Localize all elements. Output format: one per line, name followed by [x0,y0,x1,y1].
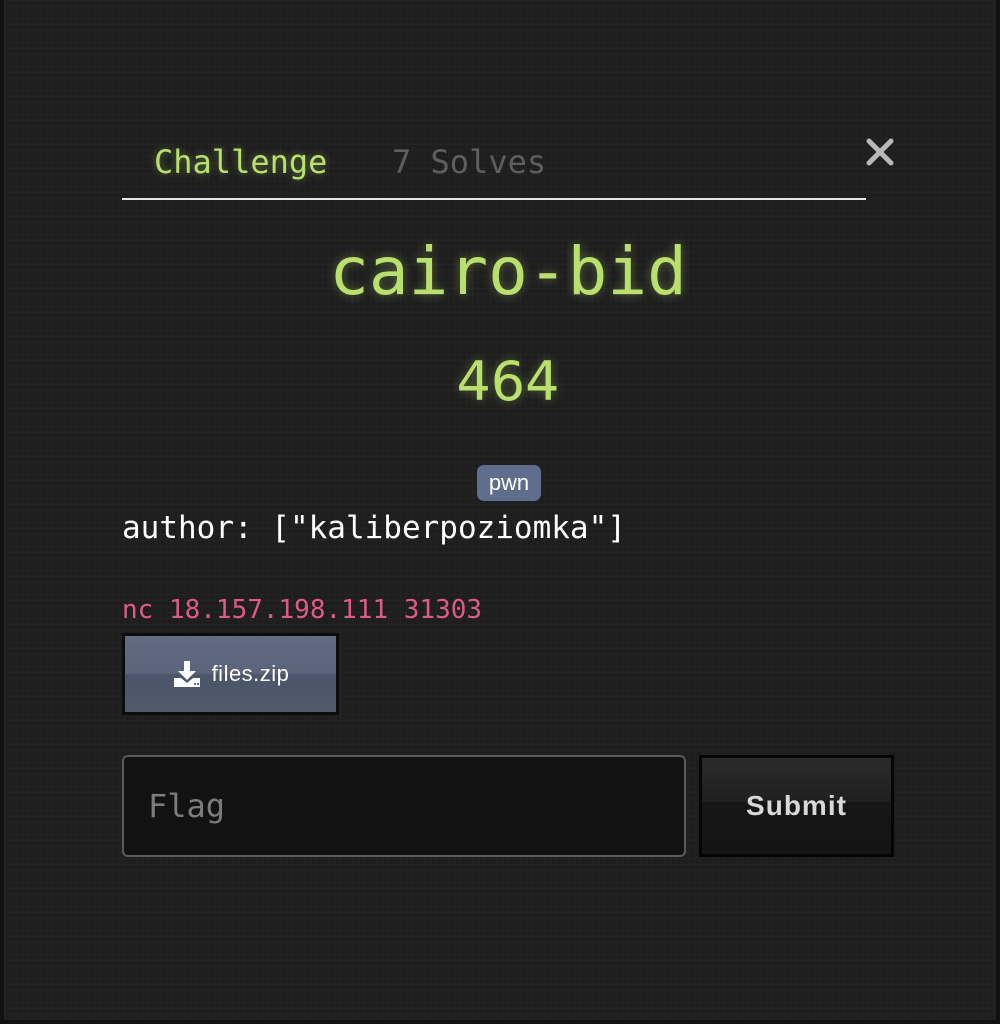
file-name: files.zip [211,661,290,686]
challenge-modal: Challenge 7 Solves cairo-bid 464 pwn aut… [0,0,1000,1024]
tab-challenge[interactable]: Challenge [154,142,327,182]
challenge-title: cairo-bid [329,233,687,310]
file-download-button[interactable]: files.zip [122,633,339,715]
tab-solves[interactable]: 7 Solves [392,142,546,182]
submit-button[interactable]: Submit [699,755,894,857]
close-button[interactable] [860,132,900,172]
category-tag: pwn [477,465,541,501]
close-icon [866,138,894,166]
download-icon [173,661,200,687]
flag-input[interactable] [122,755,686,857]
tab-bar: Challenge 7 Solves [122,130,866,200]
connection-info: nc 18.157.198.111 31303 [122,595,483,625]
challenge-author: author: ["kaliberpoziomka"] [122,510,626,546]
challenge-points: 464 [456,350,560,413]
